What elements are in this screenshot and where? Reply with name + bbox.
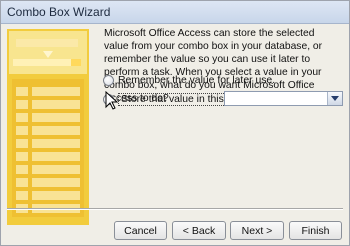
remember-option-row[interactable]: Remember the value for later use. [103,71,275,89]
combo-box-wizard-window: Combo Box Wizard Microsoft Office Access… [0,0,350,246]
mouse-cursor-icon [105,91,119,110]
back-button[interactable]: < Back [172,221,226,240]
store-field-combo[interactable] [224,91,343,106]
remember-option-label: Remember the value for later use. [118,74,276,86]
title-bar: Combo Box Wizard [1,1,349,24]
chevron-down-icon [331,96,339,101]
window-title: Combo Box Wizard [7,5,111,19]
finish-button[interactable]: Finish [289,221,342,240]
store-field-dropdown-button[interactable] [327,92,342,105]
remember-radio[interactable] [103,74,114,86]
button-divider [7,208,343,210]
wizard-illustration [7,29,89,225]
next-button[interactable]: Next > [230,221,284,240]
cancel-button[interactable]: Cancel [114,221,167,240]
